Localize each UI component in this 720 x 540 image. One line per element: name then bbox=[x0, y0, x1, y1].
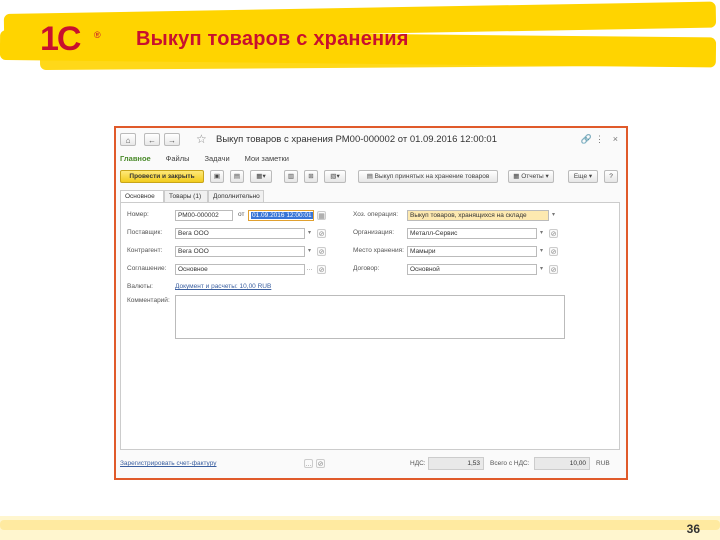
reports-button[interactable]: ▦ Отчеты ▾ bbox=[508, 170, 554, 183]
storage-field[interactable]: Мамыри bbox=[407, 246, 537, 257]
vat-value: 1,53 bbox=[428, 457, 484, 470]
agreement-field[interactable]: Основное bbox=[175, 264, 305, 275]
help-button[interactable]: ? bbox=[604, 170, 618, 183]
status-bar: Зарегистрировать счет-фактуру … ⊘ НДС: 1… bbox=[120, 456, 622, 472]
number-label: Номер: bbox=[127, 211, 149, 218]
slide-title: Выкуп товаров с хранения bbox=[136, 28, 409, 50]
contract-label: Договор: bbox=[353, 265, 380, 272]
ellipsis-icon[interactable]: … bbox=[304, 459, 313, 468]
operation-field[interactable]: Выкуп товаров, хранящихся на складе bbox=[407, 210, 549, 221]
organization-label: Организация: bbox=[353, 229, 395, 236]
calendar-icon[interactable]: ▦ bbox=[317, 211, 326, 220]
comment-textarea[interactable] bbox=[175, 295, 565, 339]
buyout-stored-goods-button[interactable]: ▤ Выкуп принятых на хранение товаров bbox=[358, 170, 498, 183]
open-link-icon[interactable]: ⊘ bbox=[317, 247, 326, 256]
contract-field[interactable]: Основной bbox=[407, 264, 537, 275]
supplier-field[interactable]: Вега ООО bbox=[175, 228, 305, 239]
open-link-icon[interactable]: ⊘ bbox=[317, 265, 326, 274]
link-icon[interactable]: 🔗 bbox=[581, 134, 592, 145]
chevron-down-icon[interactable]: ▾ bbox=[537, 228, 546, 239]
menu-icon[interactable]: ⋮ bbox=[595, 134, 604, 145]
create-based-on-icon[interactable]: ▦▾ bbox=[250, 170, 272, 183]
slide-footer bbox=[0, 516, 720, 540]
post-and-close-button[interactable]: Провести и закрыть bbox=[120, 170, 204, 183]
nav-tabs: Главное Файлы Задачи Мои заметки bbox=[120, 154, 302, 166]
form-body: Номер: РМ00-000002 от 01.09.2016 12:00:0… bbox=[120, 202, 620, 450]
tab-files[interactable]: Файлы bbox=[166, 154, 190, 163]
from-label: от bbox=[238, 211, 245, 218]
chevron-down-icon[interactable]: ▾ bbox=[305, 228, 314, 239]
more-button[interactable]: Еще ▾ bbox=[568, 170, 598, 183]
document-window: ⌂ ← → ☆ Выкуп товаров с хранения РМ00-00… bbox=[114, 126, 628, 480]
attach-icon[interactable]: ▧▾ bbox=[324, 170, 346, 183]
organization-field[interactable]: Металл-Сервис bbox=[407, 228, 537, 239]
1c-logo: 1С ® bbox=[40, 20, 101, 58]
forward-arrow-icon[interactable]: → bbox=[164, 133, 180, 146]
tab-goods[interactable]: Товары (1) bbox=[164, 190, 208, 202]
chevron-down-icon[interactable]: ▾ bbox=[549, 210, 558, 221]
supplier-label: Поставщик: bbox=[127, 229, 163, 236]
ellipsis-icon[interactable]: … bbox=[305, 264, 314, 275]
counterparty-label: Контрагент: bbox=[127, 247, 163, 254]
open-link-icon[interactable]: ⊘ bbox=[549, 247, 558, 256]
window-title: Выкуп товаров с хранения РМ00-000002 от … bbox=[216, 134, 497, 145]
save-icon[interactable]: ▣ bbox=[210, 170, 224, 183]
tab-tasks[interactable]: Задачи bbox=[204, 154, 229, 163]
agreement-label: Соглашение: bbox=[127, 265, 167, 272]
tab-additional[interactable]: Дополнительно bbox=[208, 190, 264, 202]
favorite-star-icon[interactable]: ☆ bbox=[196, 132, 207, 146]
chevron-down-icon[interactable]: ▾ bbox=[305, 246, 314, 257]
register-invoice-link[interactable]: Зарегистрировать счет-фактуру bbox=[120, 460, 217, 467]
slide-header: 1С ® Выкуп товаров с хранения bbox=[0, 0, 720, 80]
counterparty-field[interactable]: Вега ООО bbox=[175, 246, 305, 257]
operation-label: Хоз. операция: bbox=[353, 211, 399, 218]
print-icon[interactable]: ▥ bbox=[284, 170, 298, 183]
vat-label: НДС: bbox=[410, 460, 426, 467]
reports-icon: ▦ bbox=[513, 173, 522, 180]
currency-link[interactable]: Документ и расчеты: 10,00 RUB bbox=[175, 283, 271, 290]
open-link-icon[interactable]: ⊘ bbox=[317, 229, 326, 238]
close-icon[interactable]: × bbox=[613, 134, 618, 144]
post-icon[interactable]: ▤ bbox=[230, 170, 244, 183]
open-link-icon[interactable]: ⊘ bbox=[549, 229, 558, 238]
total-label: Всего с НДС: bbox=[490, 460, 530, 467]
currency-label: Валюты: bbox=[127, 283, 153, 290]
footer-stroke bbox=[0, 520, 720, 530]
storage-label: Место хранения: bbox=[353, 247, 404, 254]
number-field[interactable]: РМ00-000002 bbox=[175, 210, 233, 221]
tab-main[interactable]: Главное bbox=[120, 154, 151, 163]
chevron-down-icon[interactable]: ▾ bbox=[537, 246, 546, 257]
back-arrow-icon[interactable]: ← bbox=[144, 133, 160, 146]
toolbar: Провести и закрыть ▣ ▤ ▦▾ ▥ ⊞ ▧▾ ▤ Выкуп… bbox=[120, 170, 622, 184]
currency-code: RUB bbox=[596, 460, 610, 467]
window-titlebar: ⌂ ← → ☆ Выкуп товаров с хранения РМ00-00… bbox=[120, 132, 622, 150]
page-number: 36 bbox=[686, 522, 700, 536]
tab-basic[interactable]: Основное bbox=[120, 190, 164, 202]
chevron-down-icon[interactable]: ▾ bbox=[537, 264, 546, 275]
structure-icon[interactable]: ⊞ bbox=[304, 170, 318, 183]
date-field[interactable]: 01.09.2016 12:00:01 bbox=[248, 210, 314, 221]
document-icon: ▤ bbox=[366, 173, 375, 180]
tab-notes[interactable]: Мои заметки bbox=[245, 154, 289, 163]
total-value: 10,00 bbox=[534, 457, 590, 470]
open-link-icon[interactable]: ⊘ bbox=[549, 265, 558, 274]
comment-label: Комментарий: bbox=[127, 297, 170, 304]
open-link-icon[interactable]: ⊘ bbox=[316, 459, 325, 468]
home-icon[interactable]: ⌂ bbox=[120, 133, 136, 146]
